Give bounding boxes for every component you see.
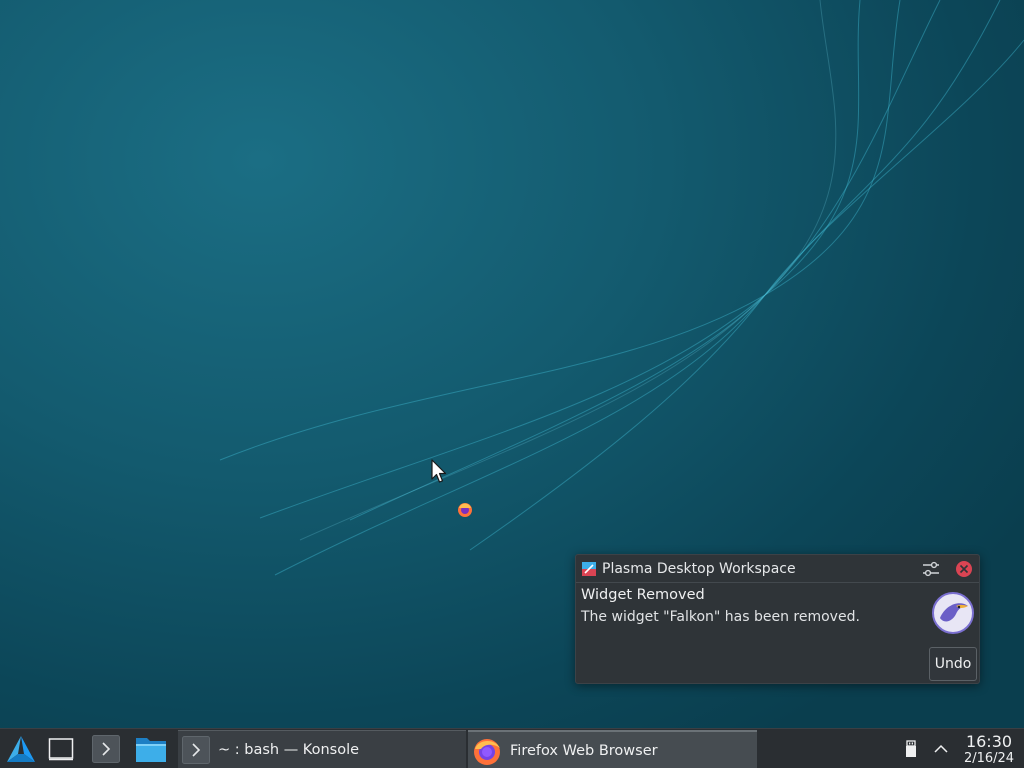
tray-expand-button[interactable] [930,729,952,768]
show-desktop-button[interactable] [44,729,78,768]
task-firefox-title: Firefox Web Browser [510,742,658,759]
firefox-icon[interactable] [456,500,474,518]
notification-header: Plasma Desktop Workspace [576,555,979,583]
dolphin-launcher[interactable] [134,729,168,768]
undo-button[interactable]: Undo [929,647,977,681]
clock-date: 2/16/24 [963,751,1015,766]
task-konsole-title: ~ : bash — Konsole [218,742,360,758]
firefox-icon [474,738,500,765]
dolphin-launcher-icon [136,738,166,762]
notification-summary: Widget Removed [581,587,705,603]
konsole-launcher-icon [92,735,120,763]
chevron-up-icon [934,744,948,753]
app-menu-button[interactable] [2,729,40,768]
app-menu-icon [7,736,35,762]
task-konsole[interactable]: ~ : bash — Konsole [178,730,466,768]
configure-icon[interactable] [921,559,941,579]
konsole-launcher[interactable] [90,729,122,768]
task-firefox[interactable]: Firefox Web Browser [468,730,757,768]
digital-clock[interactable]: 16:30 2/16/24 [960,732,1018,766]
taskbar: ~ : bash — Konsole Firefox Web Browser 1… [0,728,1024,768]
konsole-icon [182,736,210,764]
usb-device-icon [906,740,916,757]
notification-body: The widget "Falkon" has been removed. [581,609,860,625]
usb-device-button[interactable] [900,729,922,768]
falkon-icon [932,592,974,634]
plasma-icon [582,561,596,576]
close-icon[interactable] [955,560,973,578]
clock-time: 16:30 [965,732,1013,751]
notification-app-name: Plasma Desktop Workspace [602,560,796,577]
mouse-pointer-icon [431,459,447,483]
notification-popup: Plasma Desktop Workspace Widget Removed … [575,554,980,684]
show-desktop-icon [48,738,74,761]
